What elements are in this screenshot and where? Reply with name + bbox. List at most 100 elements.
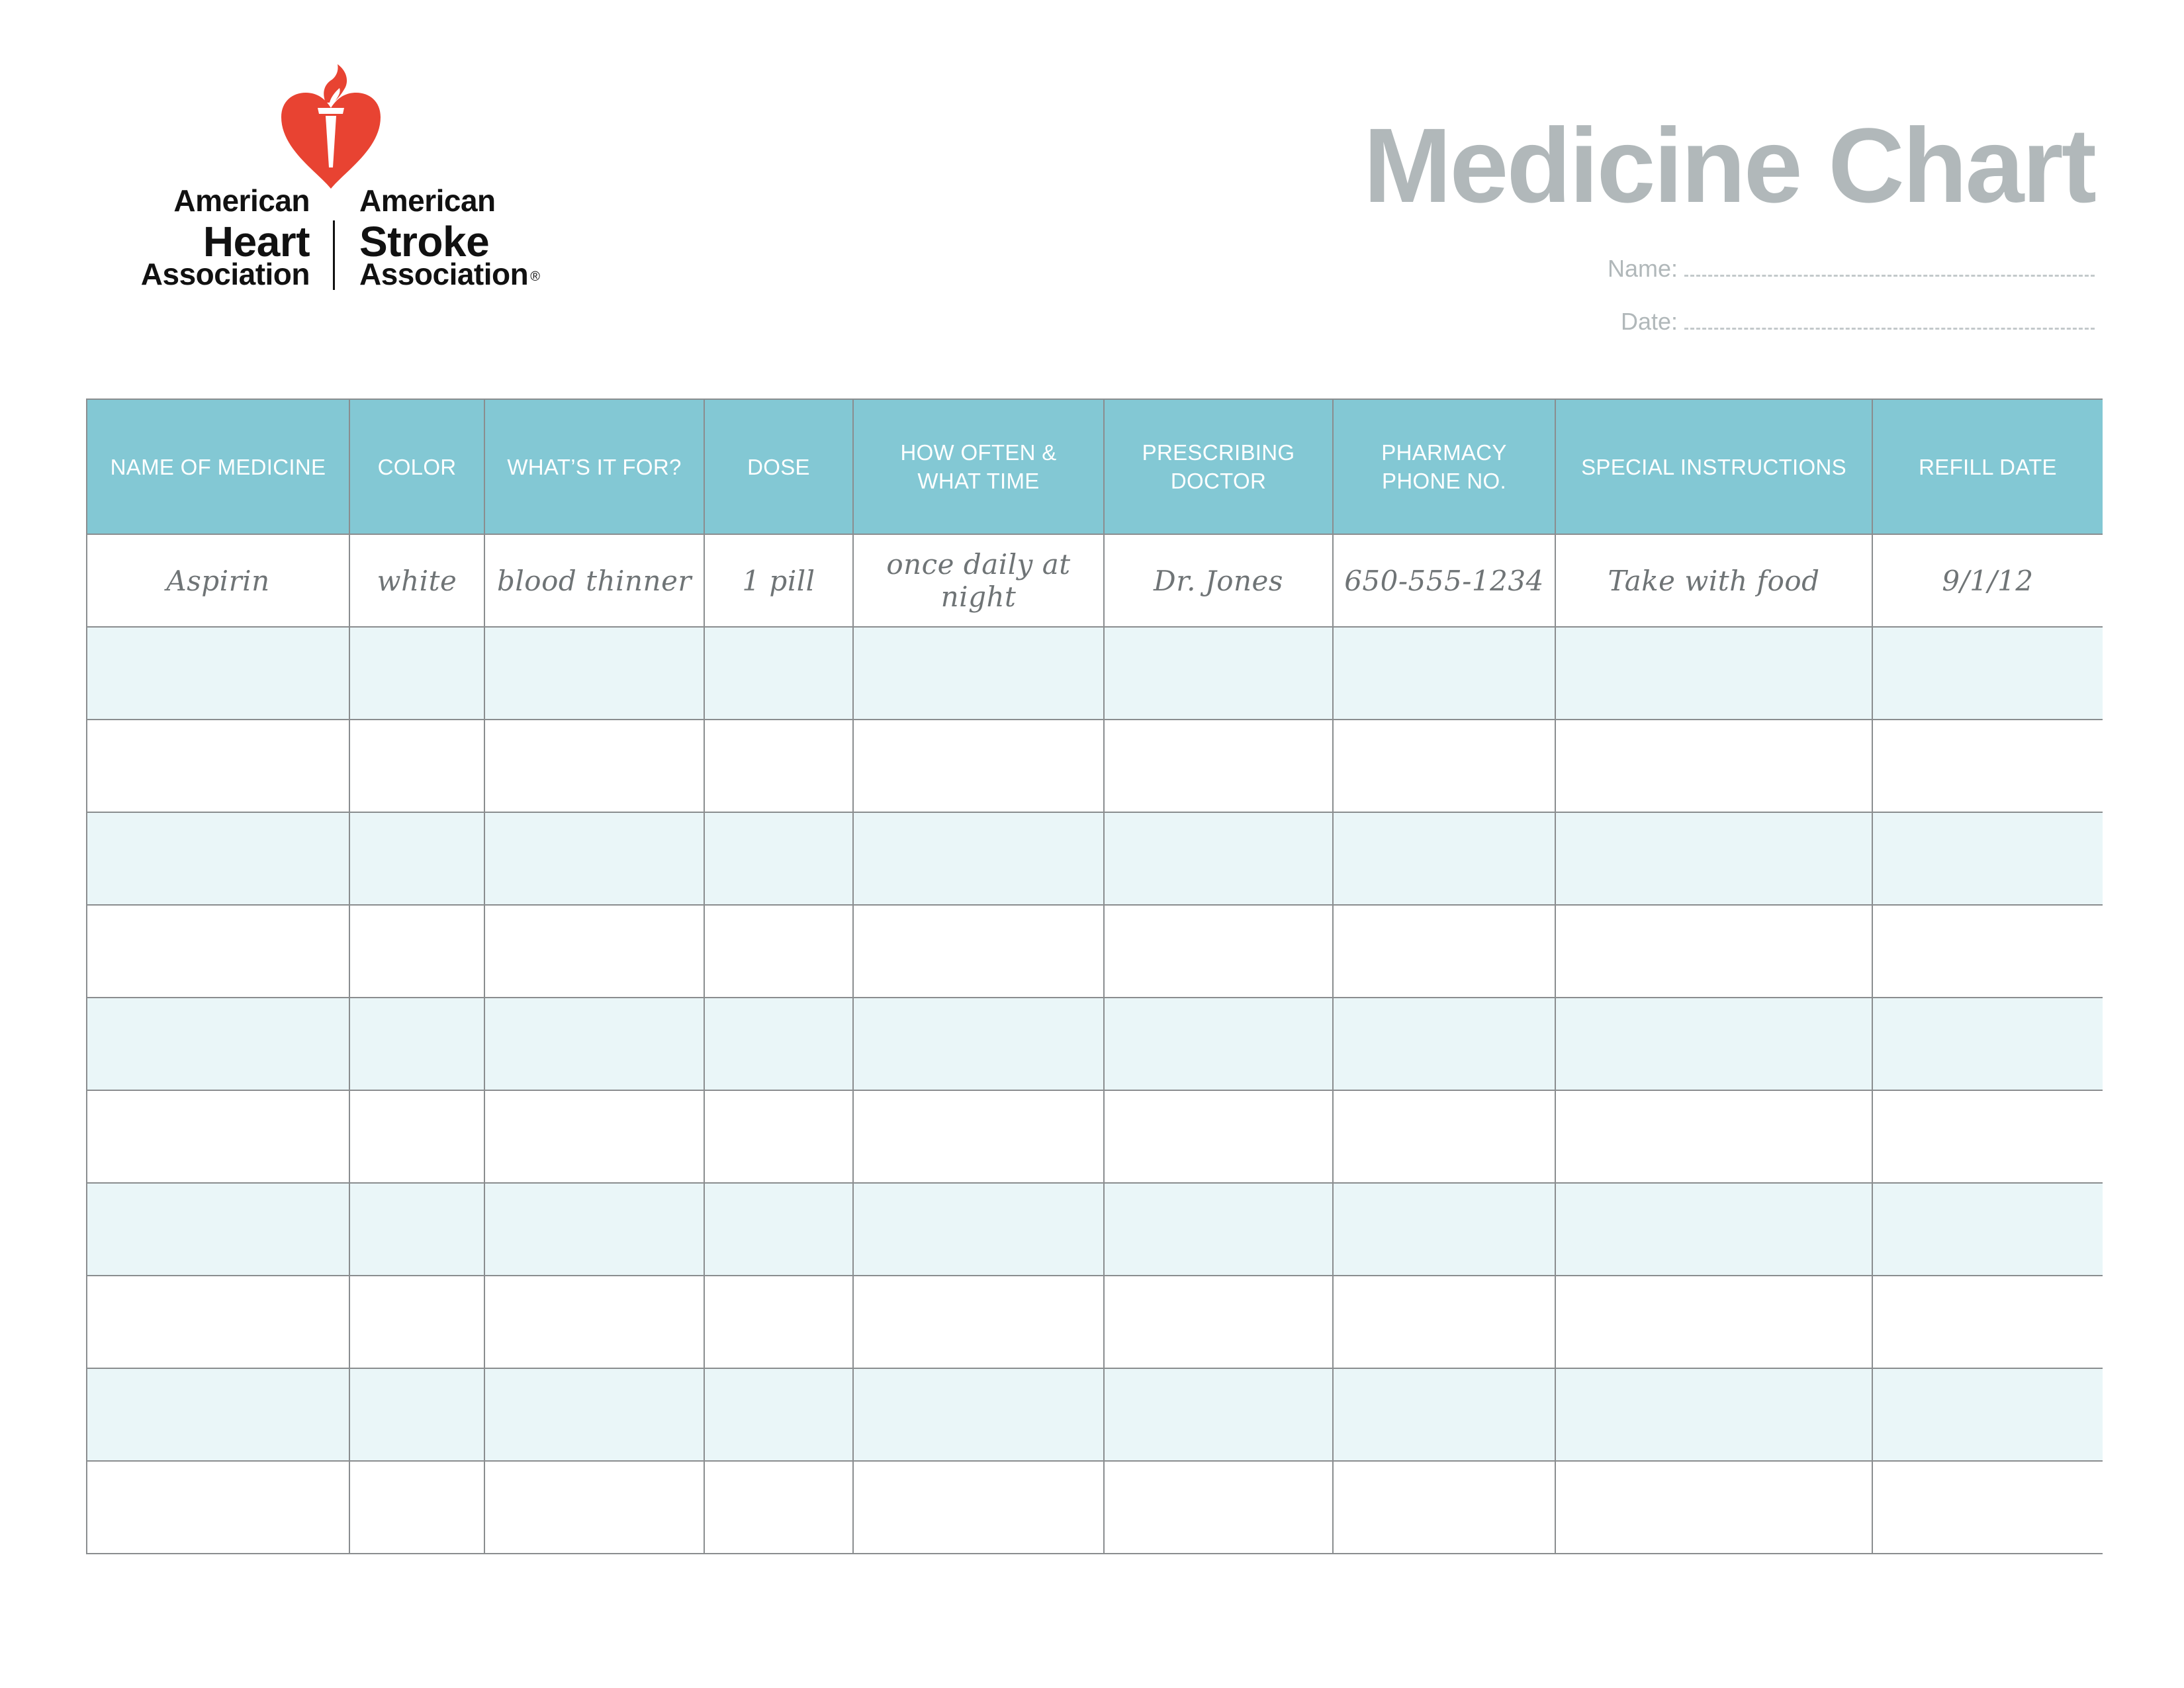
cell-prescribing-doctor[interactable]	[1103, 1182, 1334, 1276]
cell-how-often[interactable]	[852, 904, 1105, 998]
cell-color[interactable]	[349, 1460, 485, 1554]
cell-prescribing-doctor[interactable]	[1103, 719, 1334, 813]
cell-special-instructions[interactable]: Take with food	[1555, 534, 1873, 628]
cell-dose[interactable]	[704, 626, 854, 720]
cell-how-often[interactable]	[852, 1182, 1105, 1276]
cell-dose[interactable]	[704, 1182, 854, 1276]
cell-whats-it-for[interactable]	[484, 1275, 705, 1369]
cell-special-instructions[interactable]	[1555, 719, 1873, 813]
cell-whats-it-for[interactable]	[484, 812, 705, 906]
cell-pharmacy-phone[interactable]	[1332, 812, 1556, 906]
cell-refill-date[interactable]	[1872, 1460, 2103, 1554]
cell-pharmacy-phone[interactable]	[1332, 1182, 1556, 1276]
cell-dose[interactable]: 1 pill	[704, 534, 854, 628]
cell-whats-it-for[interactable]	[484, 1090, 705, 1184]
cell-how-often[interactable]: once daily at night	[852, 534, 1105, 628]
cell-whats-it-for[interactable]	[484, 626, 705, 720]
cell-special-instructions[interactable]	[1555, 1275, 1873, 1369]
cell-dose[interactable]	[704, 1460, 854, 1554]
cell-prescribing-doctor[interactable]	[1103, 1275, 1334, 1369]
cell-special-instructions[interactable]	[1555, 997, 1873, 1091]
cell-pharmacy-phone[interactable]	[1332, 904, 1556, 998]
cell-whats-it-for[interactable]: blood thinner	[484, 534, 705, 628]
cell-dose[interactable]	[704, 904, 854, 998]
cell-whats-it-for[interactable]	[484, 719, 705, 813]
date-field[interactable]: Date:	[1621, 308, 2095, 334]
cell-how-often[interactable]	[852, 1275, 1105, 1369]
cell-refill-date[interactable]	[1872, 997, 2103, 1091]
cell-pharmacy-phone[interactable]	[1332, 1090, 1556, 1184]
cell-refill-date[interactable]	[1872, 1182, 2103, 1276]
cell-how-often[interactable]	[852, 719, 1105, 813]
cell-whats-it-for[interactable]	[484, 997, 705, 1091]
cell-dose[interactable]	[704, 1275, 854, 1369]
date-blank-line[interactable]	[1684, 308, 2095, 330]
cell-name-of-medicine[interactable]	[86, 719, 350, 813]
cell-refill-date[interactable]	[1872, 812, 2103, 906]
cell-pharmacy-phone[interactable]	[1332, 719, 1556, 813]
cell-refill-date[interactable]	[1872, 719, 2103, 813]
cell-dose[interactable]	[704, 997, 854, 1091]
cell-special-instructions[interactable]	[1555, 1182, 1873, 1276]
cell-color[interactable]	[349, 1090, 485, 1184]
cell-pharmacy-phone[interactable]	[1332, 626, 1556, 720]
cell-prescribing-doctor[interactable]	[1103, 626, 1334, 720]
cell-pharmacy-phone[interactable]	[1332, 1368, 1556, 1462]
cell-pharmacy-phone[interactable]	[1332, 1460, 1556, 1554]
cell-name-of-medicine[interactable]	[86, 812, 350, 906]
cell-whats-it-for[interactable]	[484, 1460, 705, 1554]
cell-color[interactable]	[349, 997, 485, 1091]
cell-name-of-medicine[interactable]	[86, 1368, 350, 1462]
cell-prescribing-doctor[interactable]	[1103, 1368, 1334, 1462]
cell-dose[interactable]	[704, 1090, 854, 1184]
cell-special-instructions[interactable]	[1555, 1460, 1873, 1554]
cell-how-often[interactable]	[852, 812, 1105, 906]
cell-name-of-medicine[interactable]	[86, 626, 350, 720]
cell-special-instructions[interactable]	[1555, 1368, 1873, 1462]
cell-how-often[interactable]	[852, 1090, 1105, 1184]
cell-color[interactable]	[349, 1275, 485, 1369]
cell-prescribing-doctor[interactable]	[1103, 812, 1334, 906]
cell-special-instructions[interactable]	[1555, 904, 1873, 998]
cell-refill-date[interactable]: 9/1/12	[1872, 534, 2103, 628]
cell-whats-it-for[interactable]	[484, 1182, 705, 1276]
cell-color[interactable]	[349, 719, 485, 813]
cell-whats-it-for[interactable]	[484, 1368, 705, 1462]
cell-refill-date[interactable]	[1872, 1090, 2103, 1184]
cell-dose[interactable]	[704, 812, 854, 906]
cell-how-often[interactable]	[852, 997, 1105, 1091]
cell-color[interactable]	[349, 1368, 485, 1462]
cell-color[interactable]: white	[349, 534, 485, 628]
cell-name-of-medicine[interactable]	[86, 1090, 350, 1184]
cell-special-instructions[interactable]	[1555, 1090, 1873, 1184]
cell-name-of-medicine[interactable]	[86, 997, 350, 1091]
cell-special-instructions[interactable]	[1555, 812, 1873, 906]
cell-name-of-medicine[interactable]	[86, 904, 350, 998]
cell-how-often[interactable]	[852, 1460, 1105, 1554]
cell-name-of-medicine[interactable]	[86, 1275, 350, 1369]
cell-whats-it-for[interactable]	[484, 904, 705, 998]
cell-name-of-medicine[interactable]	[86, 1460, 350, 1554]
cell-special-instructions[interactable]	[1555, 626, 1873, 720]
name-blank-line[interactable]	[1684, 255, 2095, 277]
cell-color[interactable]	[349, 1182, 485, 1276]
cell-pharmacy-phone[interactable]	[1332, 997, 1556, 1091]
cell-color[interactable]	[349, 904, 485, 998]
cell-dose[interactable]	[704, 719, 854, 813]
cell-how-often[interactable]	[852, 1368, 1105, 1462]
cell-refill-date[interactable]	[1872, 626, 2103, 720]
cell-name-of-medicine[interactable]: Aspirin	[86, 534, 350, 628]
cell-pharmacy-phone[interactable]: 650-555-1234	[1332, 534, 1556, 628]
cell-name-of-medicine[interactable]	[86, 1182, 350, 1276]
cell-dose[interactable]	[704, 1368, 854, 1462]
cell-prescribing-doctor[interactable]	[1103, 904, 1334, 998]
cell-refill-date[interactable]	[1872, 904, 2103, 998]
cell-prescribing-doctor[interactable]	[1103, 1090, 1334, 1184]
cell-how-often[interactable]	[852, 626, 1105, 720]
cell-refill-date[interactable]	[1872, 1275, 2103, 1369]
name-field[interactable]: Name:	[1608, 255, 2095, 281]
cell-prescribing-doctor[interactable]	[1103, 1460, 1334, 1554]
cell-refill-date[interactable]	[1872, 1368, 2103, 1462]
cell-color[interactable]	[349, 626, 485, 720]
cell-prescribing-doctor[interactable]: Dr. Jones	[1103, 534, 1334, 628]
